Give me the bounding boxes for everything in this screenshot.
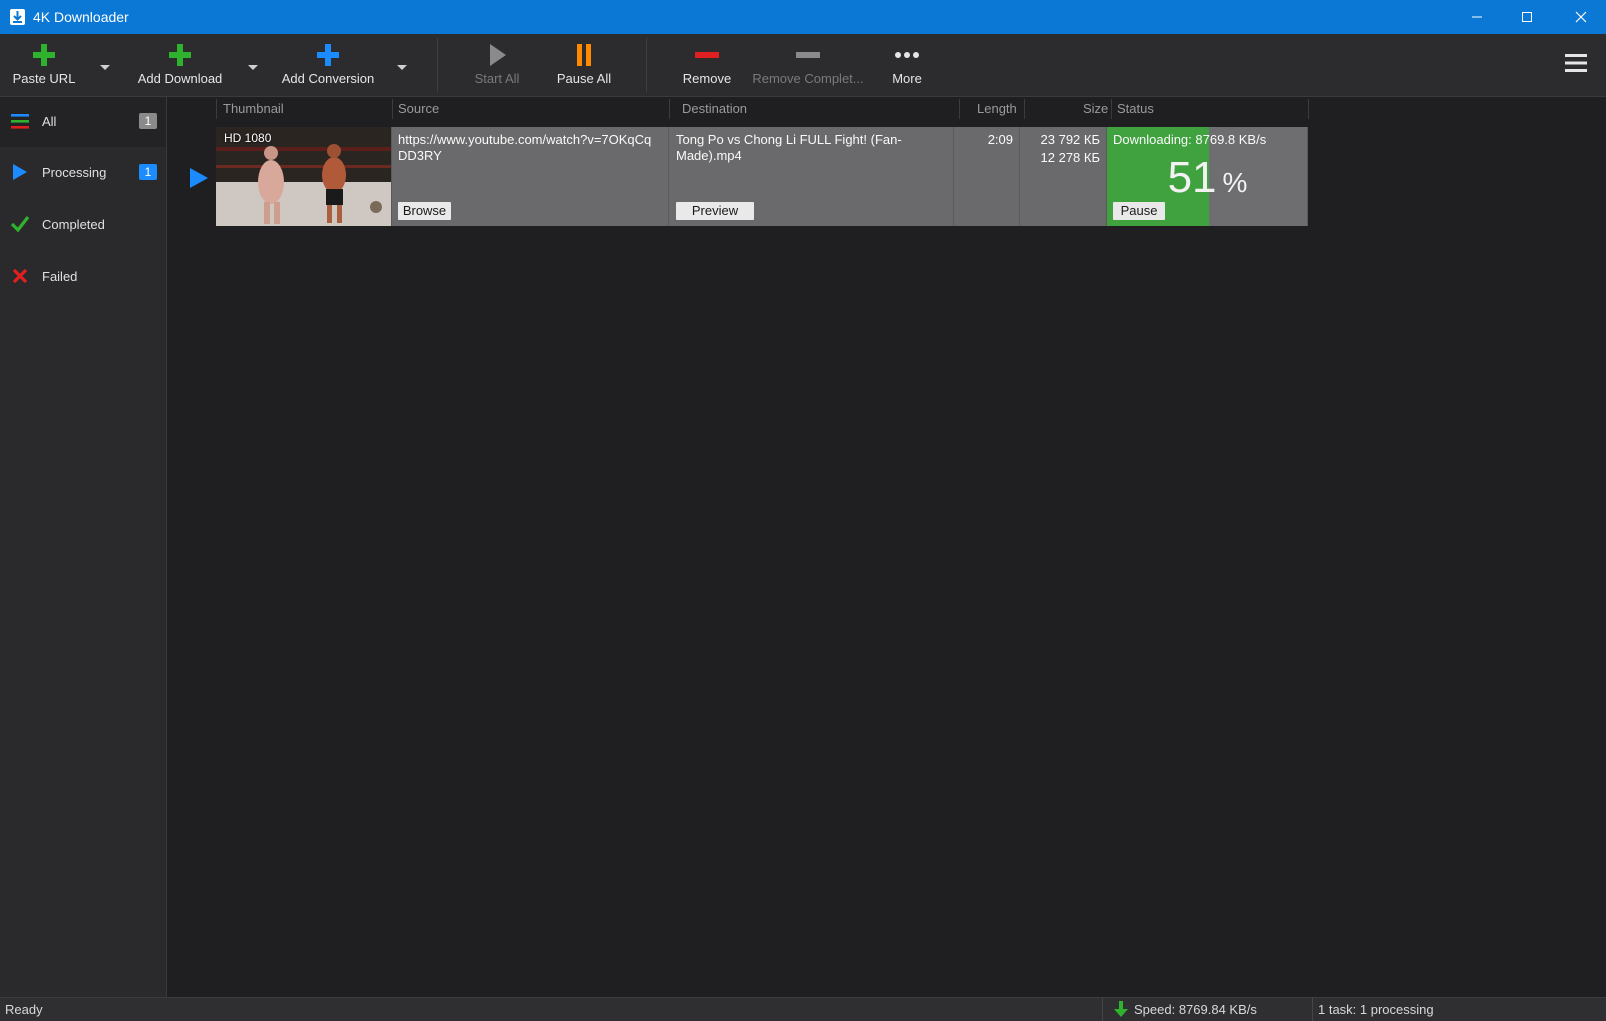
window-title: 4K Downloader bbox=[33, 9, 129, 25]
close-button[interactable] bbox=[1556, 0, 1606, 34]
video-length: 2:09 bbox=[987, 132, 1013, 147]
maximize-icon bbox=[1522, 12, 1532, 22]
progress-percent: 51% bbox=[1107, 153, 1307, 203]
length-cell: 2:09 bbox=[954, 127, 1020, 226]
column-header-destination[interactable]: Destination bbox=[682, 101, 747, 116]
minimize-button[interactable] bbox=[1452, 0, 1502, 34]
hamburger-menu-icon[interactable] bbox=[1564, 52, 1588, 74]
resolution-badge: HD 1080 bbox=[224, 131, 272, 145]
thumbnail-cell: HD 1080 bbox=[216, 127, 392, 226]
chevron-down-icon[interactable] bbox=[246, 60, 260, 74]
count-badge: 1 bbox=[139, 113, 157, 129]
browse-button[interactable]: Browse bbox=[398, 202, 451, 220]
sidebar: All 1 Processing 1 Completed Failed bbox=[0, 97, 167, 997]
sidebar-item-all[interactable]: All 1 bbox=[0, 97, 166, 147]
add-conversion-button[interactable]: Add Conversion bbox=[276, 34, 380, 96]
paste-url-button[interactable]: Paste URL bbox=[8, 34, 80, 96]
column-header-status[interactable]: Status bbox=[1117, 101, 1154, 116]
toolbar: Paste URL Add Download Add Conversion St… bbox=[0, 34, 1606, 97]
source-cell: https://www.youtube.com/watch?v=7OKqCq D… bbox=[392, 127, 669, 226]
sidebar-item-processing[interactable]: Processing 1 bbox=[0, 148, 166, 198]
paste-url-label: Paste URL bbox=[12, 71, 76, 86]
start-all-button[interactable]: Start All bbox=[462, 34, 532, 96]
sidebar-item-completed[interactable]: Completed bbox=[0, 200, 166, 250]
chevron-down-icon[interactable] bbox=[395, 60, 409, 74]
more-dots-icon bbox=[895, 52, 919, 58]
minus-icon bbox=[796, 52, 820, 58]
column-divider bbox=[216, 99, 217, 119]
pause-button[interactable]: Pause bbox=[1113, 202, 1165, 220]
play-icon bbox=[490, 44, 506, 66]
more-button[interactable]: More bbox=[876, 34, 938, 96]
destination-cell: Tong Po vs Chong Li FULL Fight! (Fan-Mad… bbox=[669, 127, 954, 226]
remove-button[interactable]: Remove bbox=[670, 34, 744, 96]
remove-completed-button[interactable]: Remove Complet... bbox=[750, 34, 866, 96]
download-arrow-icon bbox=[1114, 1001, 1128, 1017]
column-divider bbox=[669, 99, 670, 119]
source-url: https://www.youtube.com/watch?v=7OKqCq D… bbox=[398, 132, 652, 163]
plus-icon bbox=[33, 44, 55, 66]
count-badge: 1 bbox=[139, 164, 157, 180]
progress-value: 51 bbox=[1167, 153, 1217, 202]
column-divider bbox=[1024, 99, 1025, 119]
column-divider bbox=[392, 99, 393, 119]
plus-icon bbox=[169, 44, 191, 66]
destination-filename: Tong Po vs Chong Li FULL Fight! (Fan-Mad… bbox=[676, 132, 902, 163]
minimize-icon bbox=[1472, 16, 1482, 18]
check-icon bbox=[10, 216, 30, 233]
add-download-button[interactable]: Add Download bbox=[130, 34, 230, 96]
table-row[interactable]: HD 1080 https://www.youtube.com/watch?v=… bbox=[216, 127, 1308, 226]
sidebar-item-label: Completed bbox=[42, 217, 105, 232]
status-cell: Downloading: 8769.8 KB/s 51% Pause bbox=[1107, 127, 1308, 226]
add-download-label: Add Download bbox=[137, 71, 223, 86]
status-divider bbox=[1312, 998, 1313, 1021]
active-row-play-icon bbox=[190, 168, 208, 188]
sidebar-item-label: Processing bbox=[42, 165, 107, 180]
preview-button[interactable]: Preview bbox=[676, 202, 754, 220]
status-bar: Ready Speed: 8769.84 KB/s 1 task: 1 proc… bbox=[0, 997, 1606, 1021]
add-conversion-label: Add Conversion bbox=[281, 71, 375, 86]
start-all-label: Start All bbox=[474, 71, 520, 86]
table-header: Thumbnail Source Destination Length Size… bbox=[166, 97, 1606, 121]
chevron-down-icon[interactable] bbox=[98, 60, 112, 74]
column-header-length[interactable]: Length bbox=[977, 101, 1017, 116]
sidebar-item-failed[interactable]: Failed bbox=[0, 252, 166, 302]
size-total: 23 792 КБ bbox=[1040, 132, 1100, 147]
download-speed: Speed: 8769.84 KB/s bbox=[1134, 1002, 1257, 1017]
more-label: More bbox=[892, 71, 922, 86]
column-divider bbox=[959, 99, 960, 119]
status-text: Downloading: 8769.8 KB/s bbox=[1113, 132, 1267, 147]
list-icon bbox=[11, 114, 29, 129]
progress-unit: % bbox=[1222, 167, 1248, 198]
remove-completed-label: Remove Complet... bbox=[752, 71, 864, 86]
pause-all-label: Pause All bbox=[556, 71, 612, 86]
toolbar-divider bbox=[646, 38, 647, 92]
status-ready: Ready bbox=[5, 1002, 43, 1017]
task-summary: 1 task: 1 processing bbox=[1318, 1002, 1434, 1017]
sidebar-item-label: Failed bbox=[42, 269, 78, 284]
pause-icon bbox=[577, 44, 591, 66]
column-divider bbox=[1111, 99, 1112, 119]
column-header-thumbnail[interactable]: Thumbnail bbox=[223, 101, 284, 116]
status-divider bbox=[1102, 998, 1103, 1021]
remove-label: Remove bbox=[682, 71, 732, 86]
title-bar: 4K Downloader bbox=[0, 0, 1606, 34]
size-cell: 23 792 КБ 12 278 КБ bbox=[1020, 127, 1107, 226]
column-divider bbox=[1308, 99, 1309, 119]
maximize-button[interactable] bbox=[1502, 0, 1552, 34]
play-icon bbox=[13, 164, 27, 180]
minus-icon bbox=[695, 52, 719, 58]
column-header-source[interactable]: Source bbox=[398, 101, 439, 116]
size-downloaded: 12 278 КБ bbox=[1040, 150, 1100, 165]
toolbar-divider bbox=[437, 38, 438, 92]
app-logo-icon bbox=[10, 9, 25, 25]
pause-all-button[interactable]: Pause All bbox=[548, 34, 620, 96]
plus-icon bbox=[317, 44, 339, 66]
x-icon bbox=[12, 268, 28, 284]
column-header-size[interactable]: Size bbox=[1083, 101, 1108, 116]
close-icon bbox=[1575, 11, 1587, 23]
sidebar-item-label: All bbox=[42, 114, 57, 129]
